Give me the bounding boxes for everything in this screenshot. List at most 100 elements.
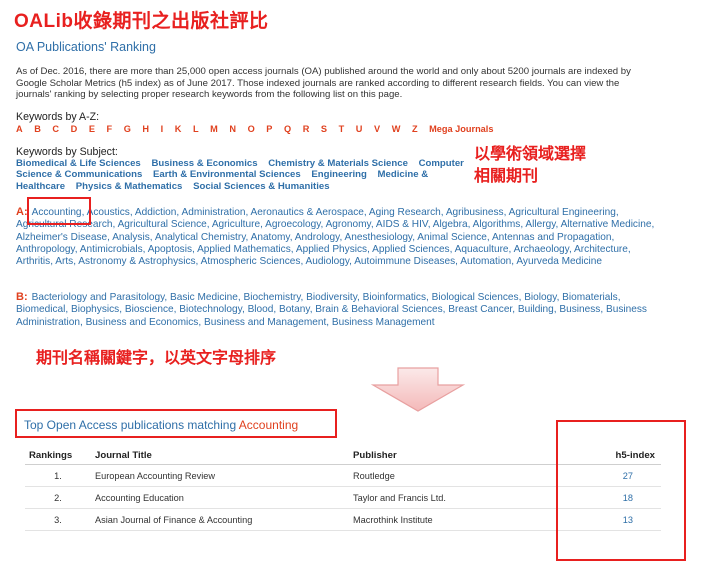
keyword-link-arthritis[interactable]: Arthritis — [16, 256, 50, 267]
keyword-link-aquaculture[interactable]: Aquaculture — [455, 244, 509, 255]
keyword-link-blood[interactable]: Blood — [248, 304, 274, 315]
az-letter-o[interactable]: O — [248, 124, 255, 134]
ranking-heading: OA Publications' Ranking — [16, 40, 156, 54]
keyword-link-administration[interactable]: Administration — [181, 207, 245, 218]
down-arrow-icon — [370, 367, 466, 413]
keyword-link-business[interactable]: Business — [559, 304, 600, 315]
keyword-link-business-and-management[interactable]: Business and Management — [204, 317, 326, 328]
keyword-link-biochemistry[interactable]: Biochemistry — [244, 292, 301, 303]
keyword-link-agroecology[interactable]: Agroecology — [265, 219, 320, 230]
az-letter-z[interactable]: Z — [412, 124, 418, 134]
subject-link-business-economics[interactable]: Business & Economics — [151, 158, 257, 169]
keyword-link-business-management[interactable]: Business Management — [332, 317, 435, 328]
keyword-link-architecture[interactable]: Architecture — [574, 244, 628, 255]
keyword-link-agribusiness[interactable]: Agribusiness — [446, 207, 504, 218]
keyword-link-applied-mathematics[interactable]: Applied Mathematics — [197, 244, 291, 255]
keyword-link-alzheimer-s-disease[interactable]: Alzheimer's Disease — [16, 232, 107, 243]
keyword-link-apoptosis[interactable]: Apoptosis — [148, 244, 192, 255]
keyword-link-biophysics[interactable]: Biophysics — [71, 304, 119, 315]
keyword-link-basic-medicine[interactable]: Basic Medicine — [170, 292, 238, 303]
keyword-link-anesthesiology[interactable]: Anesthesiology — [345, 232, 413, 243]
subject-link-biomedical-life-sciences[interactable]: Biomedical & Life Sciences — [16, 158, 141, 169]
subject-link-earth-environmental-sciences[interactable]: Earth & Environmental Sciences — [153, 169, 301, 180]
az-letter-w[interactable]: W — [392, 124, 401, 134]
publisher-cell: Taylor and Francis Ltd. — [349, 487, 557, 509]
keyword-link-animal-science[interactable]: Animal Science — [417, 232, 487, 243]
keyword-link-business-and-economics[interactable]: Business and Economics — [86, 317, 199, 328]
keyword-link-analysis[interactable]: Analysis — [112, 232, 150, 243]
subject-link-engineering[interactable]: Engineering — [311, 169, 366, 180]
keyword-link-agricultural-science[interactable]: Agricultural Science — [118, 219, 207, 230]
keyword-link-addiction[interactable]: Addiction — [135, 207, 177, 218]
keyword-link-aeronautics-aerospace[interactable]: Aeronautics & Aerospace — [251, 207, 364, 218]
keyword-link-bioinformatics[interactable]: Bioinformatics — [363, 292, 426, 303]
keyword-link-bacteriology-and-parasitology[interactable]: Bacteriology and Parasitology — [32, 292, 165, 303]
az-letter-b[interactable]: B — [34, 124, 41, 134]
keyword-link-ayurveda-medicine[interactable]: Ayurveda Medicine — [516, 256, 602, 267]
az-letter-r[interactable]: R — [303, 124, 310, 134]
keyword-link-antimicrobials[interactable]: Antimicrobials — [80, 244, 143, 255]
az-letter-f[interactable]: F — [107, 124, 113, 134]
keyword-link-biomedical[interactable]: Biomedical — [16, 304, 65, 315]
keyword-link-agronomy[interactable]: Agronomy — [326, 219, 371, 230]
az-letter-h[interactable]: H — [142, 124, 149, 134]
keyword-link-antennas-and-propagation[interactable]: Antennas and Propagation — [492, 232, 612, 243]
az-letter-m[interactable]: M — [210, 124, 218, 134]
keyword-link-applied-physics[interactable]: Applied Physics — [296, 244, 367, 255]
keyword-link-anthropology[interactable]: Anthropology — [16, 244, 75, 255]
keyword-link-autoimmune-diseases[interactable]: Autoimmune Diseases — [354, 256, 455, 267]
keyword-link-aging-research[interactable]: Aging Research — [369, 207, 441, 218]
keyword-link-algorithms[interactable]: Algorithms — [473, 219, 521, 230]
keyword-link-bioscience[interactable]: Bioscience — [125, 304, 174, 315]
az-letter-mega-journals[interactable]: Mega Journals — [429, 124, 493, 134]
keyword-link-allergy[interactable]: Allergy — [525, 219, 555, 230]
keyword-link-agricultural-engineering[interactable]: Agricultural Engineering — [509, 207, 616, 218]
subject-link-chemistry-materials-science[interactable]: Chemistry & Materials Science — [268, 158, 408, 169]
keyword-link-biodiversity[interactable]: Biodiversity — [306, 292, 357, 303]
az-letter-p[interactable]: P — [266, 124, 272, 134]
az-letter-d[interactable]: D — [71, 124, 78, 134]
keyword-link-agriculture[interactable]: Agriculture — [212, 219, 260, 230]
az-letter-k[interactable]: K — [175, 124, 182, 134]
subject-link-physics-mathematics[interactable]: Physics & Mathematics — [76, 181, 183, 192]
keywords-az-label: Keywords by A-Z: — [16, 111, 99, 123]
keyword-link-building[interactable]: Building — [518, 304, 554, 315]
keyword-link-acoustics[interactable]: Acoustics — [87, 207, 130, 218]
keyword-link-audiology[interactable]: Audiology — [306, 256, 350, 267]
keyword-link-arts[interactable]: Arts — [55, 256, 73, 267]
az-letter-l[interactable]: L — [193, 124, 199, 134]
page-title: OALib收錄期刊之出版社評比 — [14, 6, 269, 33]
keyword-link-breast-cancer[interactable]: Breast Cancer — [448, 304, 512, 315]
keyword-letter-heading: B: — [16, 291, 28, 303]
az-letter-v[interactable]: V — [374, 124, 380, 134]
keyword-link-andrology[interactable]: Andrology — [295, 232, 340, 243]
keyword-link-alternative-medicine[interactable]: Alternative Medicine — [561, 219, 652, 230]
keyword-link-applied-sciences[interactable]: Applied Sciences — [372, 244, 449, 255]
az-letter-g[interactable]: G — [124, 124, 131, 134]
keyword-link-anatomy[interactable]: Anatomy — [251, 232, 290, 243]
keyword-link-botany[interactable]: Botany — [279, 304, 310, 315]
keyword-link-biomaterials[interactable]: Biomaterials — [562, 292, 618, 303]
az-letter-q[interactable]: Q — [284, 124, 291, 134]
keyword-link-aids-hiv[interactable]: AIDS & HIV — [376, 219, 428, 230]
az-letter-i[interactable]: I — [161, 124, 164, 134]
col-journal-title: Journal Title — [91, 446, 349, 465]
az-letter-c[interactable]: C — [52, 124, 59, 134]
keyword-link-atmospheric-sciences[interactable]: Atmospheric Sciences — [201, 256, 301, 267]
az-letter-n[interactable]: N — [229, 124, 236, 134]
az-letter-t[interactable]: T — [339, 124, 345, 134]
keyword-link-biotechnology[interactable]: Biotechnology — [179, 304, 242, 315]
az-letter-u[interactable]: U — [356, 124, 363, 134]
subject-link-social-sciences-humanities[interactable]: Social Sciences & Humanities — [193, 181, 330, 192]
keyword-link-analytical-chemistry[interactable]: Analytical Chemistry — [155, 232, 246, 243]
keyword-link-automation[interactable]: Automation — [460, 256, 511, 267]
keyword-link-biology[interactable]: Biology — [524, 292, 556, 303]
az-letter-s[interactable]: S — [321, 124, 327, 134]
keyword-link-astronomy-astrophysics[interactable]: Astronomy & Astrophysics — [78, 256, 195, 267]
keyword-link-brain-behavioral-sciences[interactable]: Brain & Behavioral Sciences — [315, 304, 442, 315]
keyword-link-archaeology[interactable]: Archaeology — [514, 244, 569, 255]
az-letter-a[interactable]: A — [16, 124, 23, 134]
keyword-link-biological-sciences[interactable]: Biological Sciences — [432, 292, 519, 303]
az-letter-e[interactable]: E — [89, 124, 95, 134]
keyword-link-algebra[interactable]: Algebra — [433, 219, 468, 230]
